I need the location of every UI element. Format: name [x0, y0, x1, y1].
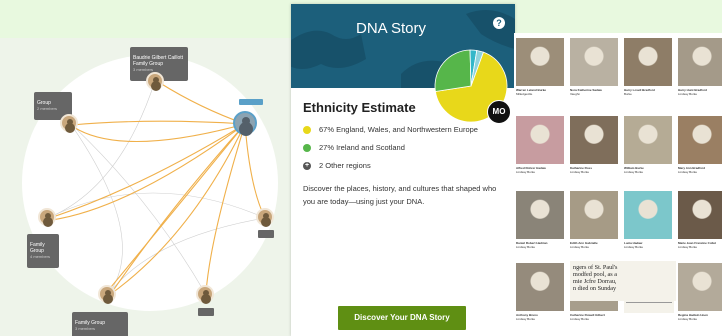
text-line [626, 302, 672, 303]
ancestor-photo[interactable] [516, 263, 564, 311]
person-node[interactable] [146, 72, 164, 90]
plus-icon: + [303, 161, 311, 170]
photo-caption: Harry Hunt Bradford Lindsay Burke [678, 88, 722, 96]
other-regions-row[interactable]: + 2 Other regions [303, 161, 371, 170]
ancestor-photo[interactable] [678, 116, 722, 164]
ancestor-photo[interactable] [516, 116, 564, 164]
photo-caption: Katharine Ross Lindsay Burke [570, 166, 620, 174]
group-label[interactable]: Family Group 4 members [27, 234, 59, 268]
help-icon[interactable]: ? [493, 17, 505, 29]
photo-caption: Warren Leland Burke Milledgeville [516, 88, 566, 96]
group-title: Family Group [30, 242, 45, 254]
photo-detail: Lindsay Burke [570, 316, 590, 321]
photo-caption: Marie Jean Francine Collet Lindsay Burke [678, 241, 722, 249]
photo-detail: Vaughn [570, 91, 581, 96]
group-count: 4 members [30, 254, 51, 259]
photo-caption: Regina Hadwin Hoen Lindsay Burke [678, 313, 722, 321]
photo-detail: Lindsay Burke [516, 316, 536, 321]
photo-gallery: Warren Leland Burke Milledgeville Nora Kat… [514, 33, 722, 336]
avatar[interactable]: MO [487, 100, 511, 124]
photo-detail: Lindsay Burke [678, 91, 698, 96]
photo-detail: Lindsay Burke [678, 316, 698, 321]
person-node[interactable] [60, 114, 78, 132]
group-count: 2 members [37, 106, 58, 111]
group-label-small[interactable] [258, 230, 274, 238]
photo-caption: Alfred Rohrer Hadaw Lindsay Burke [516, 166, 566, 174]
photo-detail: Lindsay Burke [678, 244, 698, 249]
group-label-small[interactable] [198, 308, 214, 316]
person-node[interactable] [196, 285, 214, 303]
dna-story-card: DNA Story ? MO Ethnicity Estimate 67% En… [291, 4, 515, 336]
region-label: 2 Other regions [319, 161, 371, 170]
photo-detail: Burke [624, 91, 632, 96]
family-network-panel: Baudrie Gilbert Caillott Family Group 3 … [0, 38, 292, 336]
photo-detail: Milledgeville [516, 91, 533, 96]
photo-caption: Daniel Robert Hadrian Lindsay Burke [516, 241, 566, 249]
dna-description: Discover the places, history, and cultur… [303, 184, 497, 206]
center-person-node[interactable] [233, 111, 257, 135]
center-badge [239, 99, 263, 105]
ancestor-photo[interactable] [570, 191, 618, 239]
photo-caption: Anthony Bruno Lindsay Burke [516, 313, 566, 321]
discover-dna-story-button[interactable]: Discover Your DNA Story [338, 306, 466, 330]
ancestor-photo[interactable] [678, 38, 722, 86]
region-label: 27% Ireland and Scotland [319, 143, 405, 152]
region-row[interactable]: 27% Ireland and Scotland [303, 143, 405, 152]
dna-title: DNA Story [356, 20, 427, 37]
group-count: 3 members [75, 326, 96, 331]
yellow-dot-icon [303, 125, 311, 134]
photo-detail: Lindsay Burke [570, 244, 590, 249]
photo-detail: Lindsay Burke [678, 169, 698, 174]
ancestor-photo[interactable] [678, 191, 722, 239]
ethnicity-title: Ethnicity Estimate [303, 100, 416, 115]
green-dot-icon [303, 143, 311, 152]
photo-caption: Edith Ann Gabrielle Lindsay Burke [570, 241, 620, 249]
group-title: Baudrie Gilbert Caillott Family Group [133, 55, 184, 67]
photo-detail: Lindsay Burke [624, 169, 644, 174]
newspaper-headline-clipping[interactable]: ngers of St. Paul's modfed pool, as a mi… [570, 261, 676, 301]
person-node[interactable] [256, 208, 274, 226]
region-row[interactable]: 67% England, Wales, and Northwestern Eur… [303, 125, 478, 134]
person-node[interactable] [38, 208, 56, 226]
ancestor-photo[interactable] [570, 38, 618, 86]
photo-caption: Mary Ann Bradford Lindsay Burke [678, 166, 722, 174]
ireland-slice [434, 49, 472, 92]
photo-caption: William Burke Lindsay Burke [624, 166, 674, 174]
photo-detail: Lindsay Burke [516, 169, 536, 174]
photo-detail: Lindsay Burke [624, 244, 644, 249]
photo-caption: Nora Katherine Sadaw Vaughn [570, 88, 620, 96]
newspaper-headline: ngers of St. Paul's modfed pool, as a mi… [573, 264, 618, 292]
photo-detail: Lindsay Burke [516, 244, 536, 249]
ancestor-photo[interactable] [678, 263, 722, 311]
group-label[interactable]: Family Group 3 members [72, 312, 128, 336]
ancestor-photo[interactable] [624, 116, 672, 164]
photo-caption: Lucia Hadaw Lindsay Burke [624, 241, 674, 249]
ancestor-photo[interactable] [516, 38, 564, 86]
photo-detail: Lindsay Burke [570, 169, 590, 174]
ancestor-photo[interactable] [624, 38, 672, 86]
ancestor-photo[interactable] [624, 191, 672, 239]
person-node[interactable] [98, 285, 116, 303]
photo-caption: Catherine Rowell Gilbert Lindsay Burke [570, 313, 620, 321]
photo-caption: Harry Lovell Bradford Burke [624, 88, 674, 96]
region-label: 67% England, Wales, and Northwestern Eur… [319, 125, 478, 134]
ancestor-photo[interactable] [516, 191, 564, 239]
ancestor-photo[interactable] [570, 116, 618, 164]
